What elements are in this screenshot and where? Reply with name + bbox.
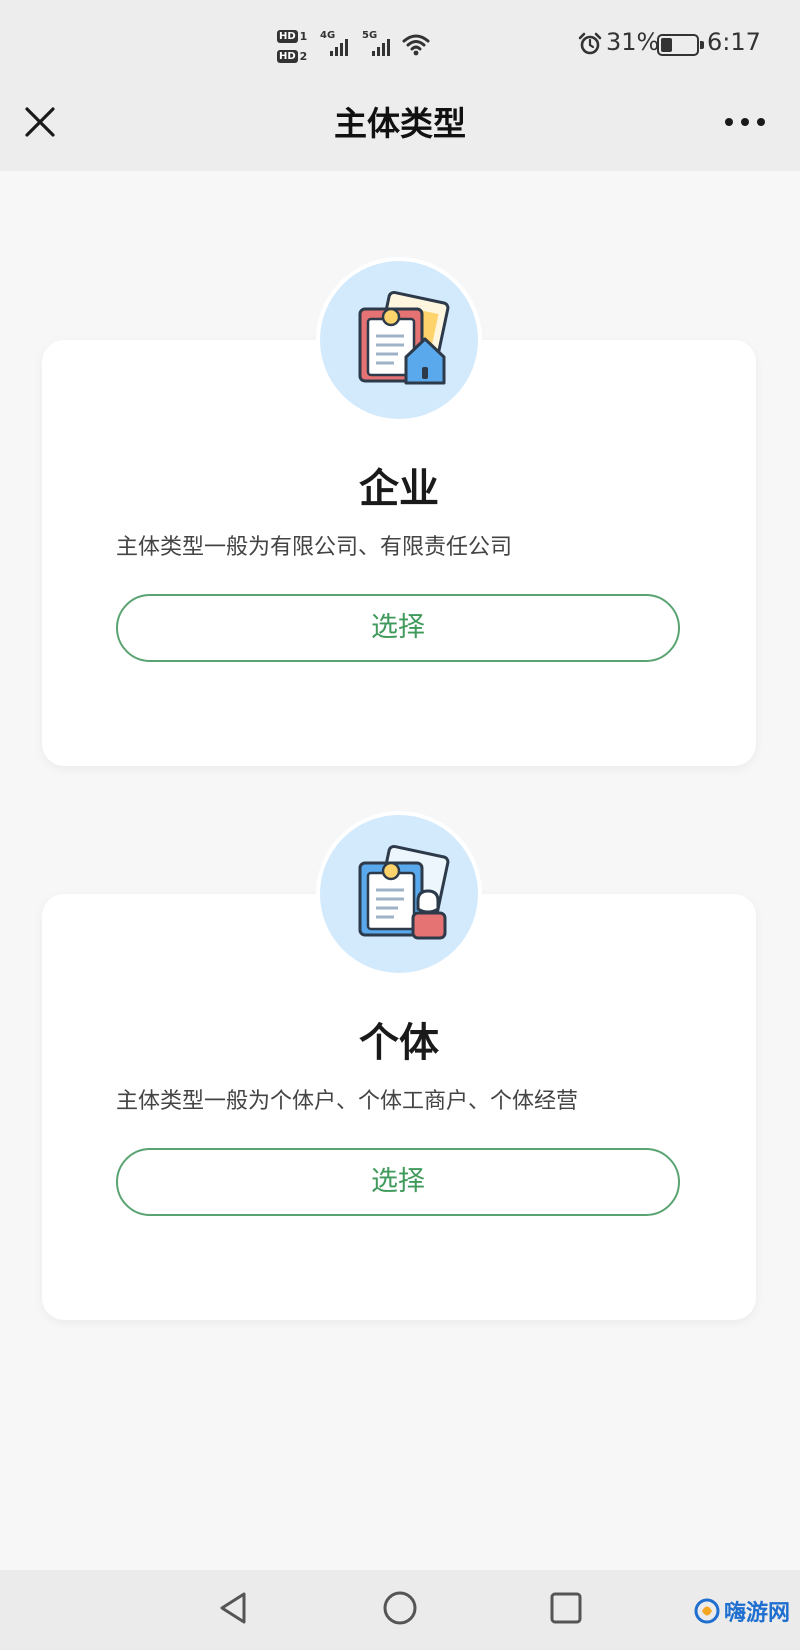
individual-icon-badge (316, 811, 482, 977)
option-title: 个体 (359, 1020, 439, 1066)
system-nav-bar: 嗨游网 (0, 1570, 800, 1650)
wifi-icon (402, 34, 430, 56)
alarm-icon (578, 32, 602, 55)
watermark-text: 嗨游网 (724, 1601, 791, 1626)
select-enterprise-button[interactable]: 选择 (116, 594, 680, 662)
sim-indicators: HD 1 HD 2 (277, 26, 313, 66)
top-bar: HD 1 HD 2 4G 5G 31% 6:17 主体类型 (0, 0, 800, 171)
option-description: 主体类型一般为个体户、个体工商户、个体经营 (116, 1089, 579, 1114)
app-header: 主体类型 (0, 88, 800, 158)
page-title: 主体类型 (334, 104, 466, 143)
back-icon[interactable] (214, 1588, 254, 1628)
battery-percent: 31% (606, 28, 660, 56)
option-title: 企业 (359, 466, 439, 512)
status-bar: HD 1 HD 2 4G 5G 31% 6:17 (0, 18, 800, 76)
battery-icon (657, 34, 704, 56)
recent-apps-icon[interactable] (546, 1588, 586, 1628)
sim2-number: 2 (299, 49, 308, 63)
clock-time: 6:17 (707, 28, 761, 56)
sim2-hd-badge: HD (277, 49, 298, 63)
enterprise-icon (358, 290, 450, 385)
watermark: 嗨游网 (694, 1594, 790, 1628)
sim1-number: 1 (299, 29, 308, 43)
battery-level-fill (661, 38, 672, 52)
option-description: 主体类型一般为有限公司、有限责任公司 (116, 535, 513, 560)
individual-icon (358, 844, 450, 940)
watermark-logo-icon (694, 1598, 720, 1624)
more-icon[interactable] (718, 102, 772, 142)
select-individual-button[interactable]: 选择 (116, 1148, 680, 1216)
sim1-hd-badge: HD (277, 29, 298, 43)
home-icon[interactable] (380, 1588, 420, 1628)
enterprise-icon-badge (316, 257, 482, 423)
